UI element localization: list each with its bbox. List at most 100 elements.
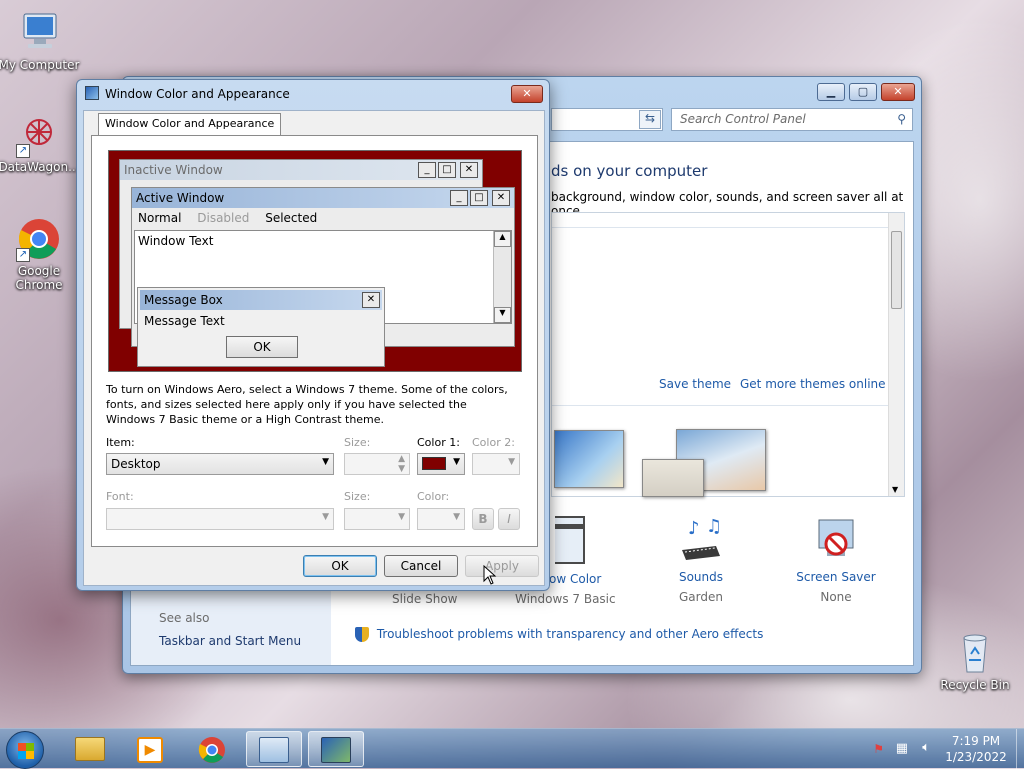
- taskbar-chrome[interactable]: [184, 731, 240, 767]
- italic-button[interactable]: I: [498, 508, 520, 530]
- window-color-dialog[interactable]: Window Color and Appearance ✕ Window Col…: [76, 79, 550, 591]
- clock-date: 1/23/2022: [945, 750, 1007, 764]
- menu-disabled[interactable]: Disabled: [197, 211, 249, 225]
- computer-icon: [16, 10, 62, 56]
- see-also-label: See also: [159, 611, 210, 625]
- color2-picker[interactable]: ▼: [472, 453, 520, 475]
- taskbar-control-panel[interactable]: [246, 731, 302, 767]
- datawagon-icon: ↗: [16, 112, 62, 158]
- appearance-preview[interactable]: Inactive Window _ □ ✕ Active Window _ □ …: [108, 150, 522, 372]
- save-theme-link[interactable]: Save theme: [659, 377, 731, 391]
- dialog-body: Window Color and Appearance Inactive Win…: [83, 110, 545, 586]
- preview-scrollbar[interactable]: ▲ ▼: [493, 231, 511, 323]
- desktop-icon-chrome[interactable]: ↗ Google Chrome: [0, 216, 81, 292]
- slide-show-label: Slide Show: [392, 592, 458, 606]
- svg-text:♪: ♪: [688, 518, 700, 539]
- font-select[interactable]: ▼: [106, 508, 334, 530]
- chevron-down-icon: ▼: [453, 512, 460, 522]
- theme-thumbnail[interactable]: [642, 459, 704, 497]
- minimize-button[interactable]: ▁: [817, 83, 845, 101]
- show-desktop-button[interactable]: [1016, 729, 1024, 769]
- taskbar-explorer[interactable]: [62, 731, 118, 767]
- screen-saver-item[interactable]: Screen Saver None: [791, 516, 881, 606]
- start-button[interactable]: [6, 731, 44, 769]
- ok-button[interactable]: OK: [303, 555, 377, 577]
- cancel-button[interactable]: Cancel: [384, 555, 458, 577]
- chrome-icon: [198, 737, 225, 763]
- maximize-button[interactable]: ▢: [849, 83, 877, 101]
- dialog-close-button[interactable]: ✕: [511, 85, 543, 103]
- message-box-preview[interactable]: Message Box ✕ Message Text OK: [137, 287, 385, 367]
- window-color-link[interactable]: ow Color: [549, 572, 601, 586]
- clock[interactable]: 7:19 PM 1/23/2022: [938, 733, 1014, 765]
- media-player-icon: ▶: [137, 737, 163, 763]
- taskbar-start-menu-link[interactable]: Taskbar and Start Menu: [159, 634, 301, 648]
- dialog-title: Window Color and Appearance: [105, 87, 290, 101]
- chevron-down-icon: ▼: [508, 457, 515, 467]
- search-placeholder: Search Control Panel: [680, 112, 806, 126]
- page-heading: ds on your computer: [551, 162, 708, 180]
- message-box-title: Message Box: [140, 290, 382, 310]
- folder-icon: [75, 737, 105, 761]
- volume-icon[interactable]: 🔈︎: [922, 740, 930, 755]
- sounds-subtitle: Garden: [679, 590, 723, 604]
- scrollbar[interactable]: ▼: [888, 213, 904, 496]
- size-label: Size:: [344, 436, 371, 449]
- refresh-icon[interactable]: ⇆: [639, 110, 661, 129]
- taskbar-media-player[interactable]: ▶: [122, 731, 178, 767]
- desktop-icon-my-computer[interactable]: My Computer: [0, 10, 81, 72]
- screen-saver-link[interactable]: Screen Saver: [791, 570, 881, 584]
- color2-label: Color 2:: [472, 436, 515, 449]
- left-pane: See also Taskbar and Start Menu: [131, 589, 331, 665]
- theme-thumbnail[interactable]: [554, 430, 624, 488]
- action-center-icon[interactable]: ⚑: [873, 742, 884, 756]
- tab-window-color[interactable]: Window Color and Appearance: [98, 113, 282, 135]
- windows-logo-icon: [18, 743, 34, 759]
- font-color-picker[interactable]: ▼: [417, 508, 465, 530]
- color1-picker[interactable]: ▼: [417, 453, 465, 475]
- message-box-ok-button[interactable]: OK: [226, 336, 298, 358]
- minimize-icon: _: [418, 162, 436, 178]
- taskbar: ▶ ⚑ ▦ 🔈︎ 7:19 PM 1/23/2022: [0, 728, 1024, 769]
- item-value: Desktop: [111, 457, 161, 471]
- window-color-icon: [555, 516, 585, 564]
- recycle-bin-icon: [952, 630, 998, 676]
- network-icon[interactable]: ▦: [896, 741, 908, 756]
- font-size-select[interactable]: ▼: [344, 508, 410, 530]
- shortcut-arrow-icon: ↗: [16, 248, 30, 262]
- dialog-app-icon: [85, 86, 99, 100]
- window-text: Window Text: [138, 234, 214, 248]
- chevron-down-icon: ▼: [453, 457, 460, 467]
- item-select[interactable]: Desktop ▼: [106, 453, 334, 475]
- menu-normal[interactable]: Normal: [138, 211, 181, 225]
- sounds-link[interactable]: Sounds: [661, 570, 741, 584]
- sounds-item[interactable]: ♪ ♫ Sounds Garden: [661, 516, 741, 606]
- message-text: Message Text: [144, 314, 225, 328]
- desktop-icon-label: My Computer: [0, 58, 80, 72]
- mouse-cursor-icon: [483, 565, 497, 585]
- sounds-icon: ♪ ♫: [676, 516, 726, 562]
- search-icon: ⚲: [897, 112, 906, 126]
- chevron-down-icon: ▼: [398, 512, 405, 522]
- shortcut-arrow-icon: ↗: [16, 144, 30, 158]
- theme-list[interactable]: Save theme Get more themes online ▼: [551, 212, 905, 497]
- search-input[interactable]: Search Control Panel ⚲: [671, 108, 913, 131]
- close-button[interactable]: ✕: [881, 83, 915, 101]
- bold-button[interactable]: B: [472, 508, 494, 530]
- troubleshoot-link[interactable]: Troubleshoot problems with transparency …: [355, 627, 763, 642]
- desktop-icon-recycle-bin[interactable]: Recycle Bin: [933, 630, 1017, 692]
- window-color-subtitle: Windows 7 Basic: [515, 592, 616, 606]
- apply-button[interactable]: Apply: [465, 555, 539, 577]
- get-more-themes-link[interactable]: Get more themes online: [740, 377, 886, 391]
- maximize-icon: □: [470, 190, 488, 206]
- chevron-down-icon: ▼: [322, 457, 329, 467]
- menu-selected[interactable]: Selected: [265, 211, 317, 225]
- font-size-label: Size:: [344, 490, 371, 503]
- desktop-icon-datawagon[interactable]: ↗ DataWagon...: [0, 112, 81, 174]
- close-icon: ✕: [460, 162, 478, 178]
- close-icon: ✕: [492, 190, 510, 206]
- size-stepper[interactable]: ▲ ▼: [344, 453, 410, 475]
- stepper-icon: ▲ ▼: [398, 454, 405, 474]
- font-color-label: Color:: [417, 490, 450, 503]
- taskbar-window-color[interactable]: [308, 731, 364, 767]
